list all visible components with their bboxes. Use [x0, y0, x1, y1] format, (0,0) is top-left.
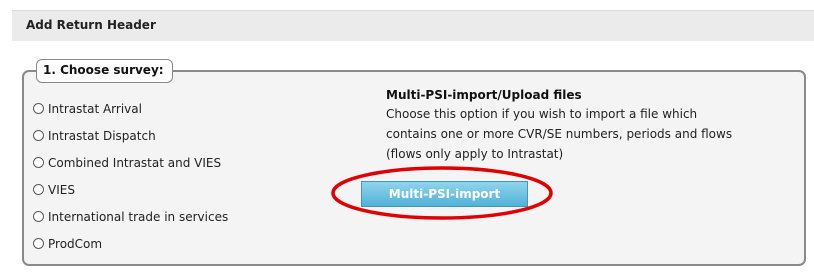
radio-button[interactable]: [33, 130, 44, 141]
radio-vies[interactable]: VIES: [33, 176, 228, 203]
radio-international-trade-services[interactable]: International trade in services: [33, 203, 228, 230]
radio-button[interactable]: [33, 184, 44, 195]
section-header-title: Add Return Header: [26, 18, 156, 32]
radio-prodcom[interactable]: ProdCom: [33, 230, 228, 257]
radio-label[interactable]: Combined Intrastat and VIES: [48, 156, 221, 170]
radio-label[interactable]: Intrastat Arrival: [48, 102, 142, 116]
multi-psi-info: Multi-PSI-import/Upload files Choose thi…: [386, 86, 796, 164]
multi-psi-description-line: contains one or more CVR/SE numbers, per…: [386, 127, 733, 141]
radio-label[interactable]: Intrastat Dispatch: [48, 129, 156, 143]
multi-psi-import-button[interactable]: Multi-PSI-import: [361, 181, 528, 207]
radio-label[interactable]: International trade in services: [48, 210, 228, 224]
radio-label[interactable]: ProdCom: [48, 237, 102, 251]
survey-radio-group: Intrastat Arrival Intrastat Dispatch Com…: [33, 95, 228, 257]
add-return-header-page: Add Return Header 1. Choose survey: Intr…: [0, 0, 814, 273]
radio-button[interactable]: [33, 211, 44, 222]
radio-label[interactable]: VIES: [48, 183, 75, 197]
radio-combined-intrastat-vies[interactable]: Combined Intrastat and VIES: [33, 149, 228, 176]
radio-button[interactable]: [33, 103, 44, 114]
multi-psi-description-line: (flows only apply to Intrastat): [386, 147, 564, 161]
radio-intrastat-arrival[interactable]: Intrastat Arrival: [33, 95, 228, 122]
multi-psi-title: Multi-PSI-import/Upload files: [386, 88, 582, 102]
choose-survey-legend: 1. Choose survey:: [36, 59, 173, 83]
section-header: Add Return Header: [12, 10, 814, 41]
radio-button[interactable]: [33, 157, 44, 168]
radio-intrastat-dispatch[interactable]: Intrastat Dispatch: [33, 122, 228, 149]
radio-button[interactable]: [33, 238, 44, 249]
multi-psi-description-line: Choose this option if you wish to import…: [386, 107, 698, 121]
